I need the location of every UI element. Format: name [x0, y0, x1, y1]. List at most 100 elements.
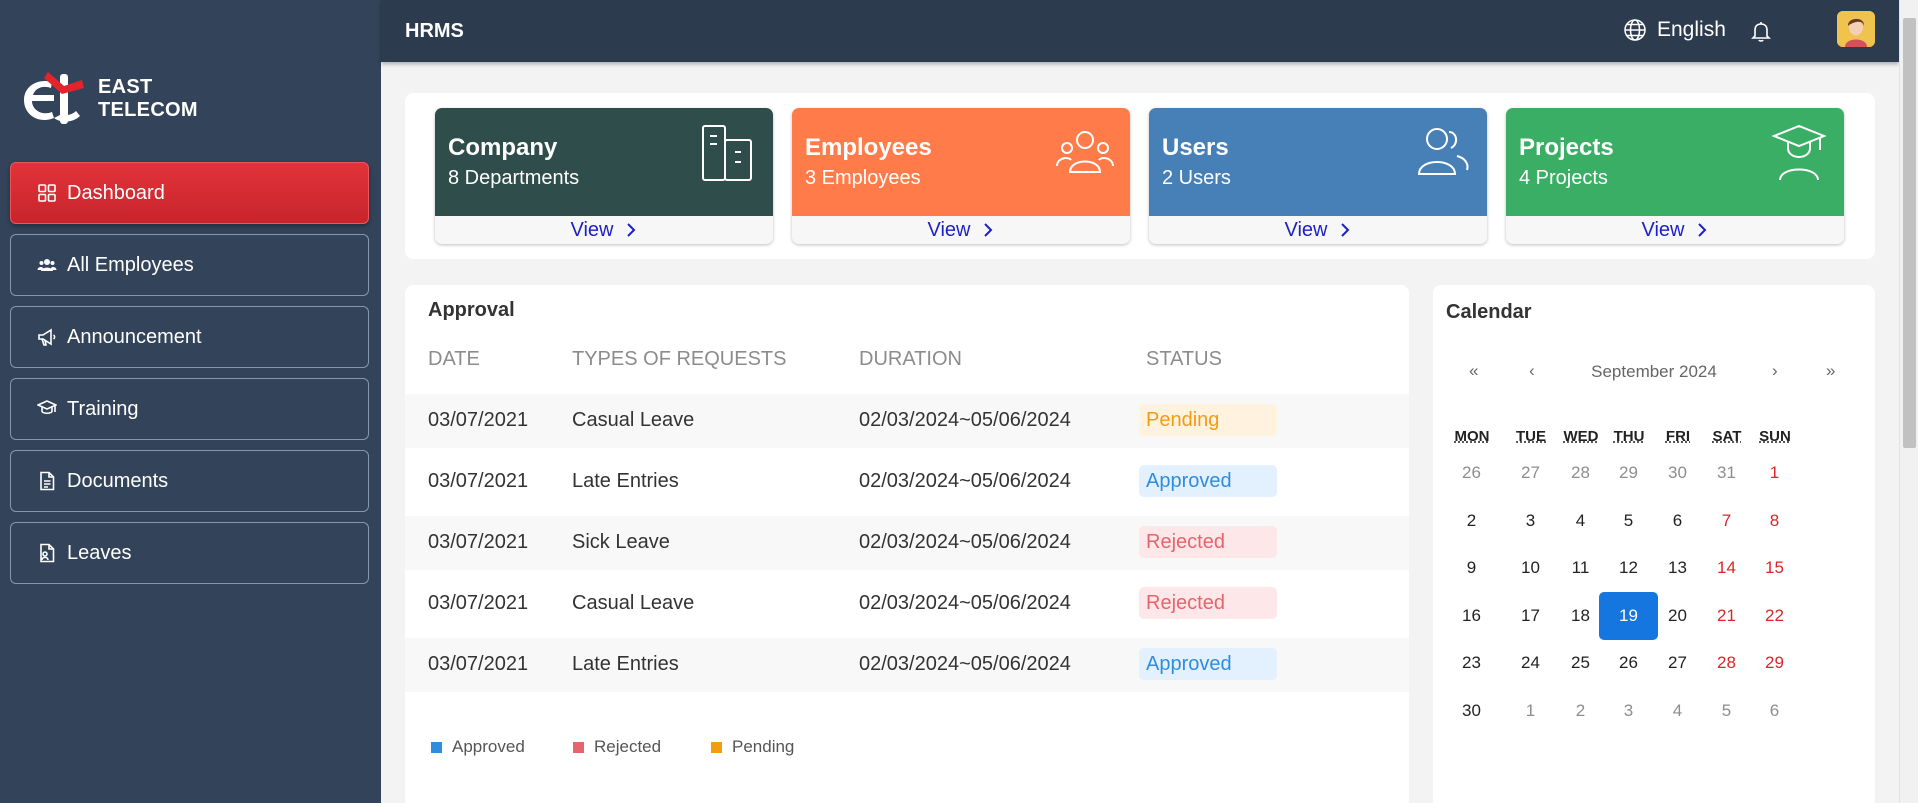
card-header: Employees 3 Employees — [792, 108, 1130, 216]
status-badge: Rejected — [1139, 587, 1277, 619]
sidebar-item-announcement[interactable]: Announcement — [10, 306, 369, 368]
table-row[interactable]: 03/07/2021 Casual Leave 02/03/2024~05/06… — [405, 394, 1409, 448]
next-year-button[interactable]: » — [1826, 361, 1835, 381]
weekday-wed: WED — [1563, 428, 1599, 445]
sidebar-item-label: Announcement — [67, 325, 202, 348]
user-icon — [1417, 128, 1469, 175]
cell-duration: 02/03/2024~05/06/2024 — [859, 531, 1071, 553]
sidebar-nav: Dashboard All Employees Announcement Tra… — [10, 162, 369, 594]
employees-card: Employees 3 Employees View — [792, 108, 1130, 244]
training-icon — [37, 400, 57, 415]
sidebar-item-all-employees[interactable]: All Employees — [10, 234, 369, 296]
brand-logo[interactable]: EAST TELECOM — [18, 68, 198, 130]
weekday-mon: MON — [1454, 428, 1490, 445]
table-row[interactable]: 03/07/2021 Casual Leave 02/03/2024~05/06… — [405, 577, 1409, 631]
status-badge: Approved — [1139, 465, 1277, 497]
company-card: Company 8 Departments View — [435, 108, 773, 244]
table-row[interactable]: 03/07/2021 Sick Leave 02/03/2024~05/06/2… — [405, 516, 1409, 570]
cell-date: 03/07/2021 — [428, 592, 529, 614]
users-card: Users 2 Users View — [1149, 108, 1487, 244]
cell-duration: 02/03/2024~05/06/2024 — [859, 470, 1071, 492]
cell-duration: 02/03/2024~05/06/2024 — [859, 653, 1071, 675]
card-subtitle: 4 Projects — [1519, 167, 1608, 189]
calendar-day[interactable]: 2 — [1442, 497, 1501, 545]
building-icon — [702, 125, 752, 181]
summary-cards-panel: Company 8 Departments View Employees 3 E… — [405, 93, 1875, 259]
calendar-day[interactable]: 9 — [1442, 544, 1501, 592]
cell-duration: 02/03/2024~05/06/2024 — [859, 592, 1071, 614]
sidebar-item-label: All Employees — [67, 253, 194, 276]
language-selector[interactable]: English — [1623, 18, 1726, 42]
projects-view-link[interactable]: View — [1506, 216, 1844, 244]
avatar[interactable] — [1837, 11, 1875, 47]
card-subtitle: 2 Users — [1162, 167, 1231, 189]
calendar-day[interactable]: 23 — [1442, 639, 1501, 687]
calendar-day[interactable]: 22 — [1745, 592, 1804, 640]
calendar-month-label[interactable]: September 2024 — [1433, 362, 1875, 382]
legend-label: Approved — [452, 737, 525, 756]
calendar-day[interactable]: 8 — [1745, 497, 1804, 545]
table-row[interactable]: 03/07/2021 Late Entries 02/03/2024~05/06… — [405, 638, 1409, 692]
page-scrollbar[interactable] — [1899, 0, 1918, 803]
bell-icon[interactable] — [1749, 19, 1773, 43]
top-header: HRMS English — [381, 0, 1899, 62]
column-header-duration: DURATION — [859, 348, 962, 370]
cell-type: Casual Leave — [572, 409, 695, 431]
next-month-button[interactable]: › — [1772, 361, 1778, 381]
sidebar-item-documents[interactable]: Documents — [10, 450, 369, 512]
cell-type: Late Entries — [572, 653, 679, 675]
calendar-day[interactable]: 29 — [1745, 639, 1804, 687]
weekday-sat: SAT — [1712, 428, 1742, 445]
prev-year-button[interactable]: « — [1469, 361, 1478, 381]
company-view-link[interactable]: View — [435, 216, 773, 244]
language-label: English — [1657, 18, 1726, 41]
sidebar-item-label: Leaves — [67, 541, 132, 564]
cell-date: 03/07/2021 — [428, 653, 529, 675]
view-label: View — [1641, 218, 1685, 241]
status-badge: Pending — [1139, 404, 1277, 436]
calendar-day[interactable]: 6 — [1745, 687, 1804, 735]
calendar-title: Calendar — [1446, 301, 1532, 323]
status-badge: Approved — [1139, 648, 1277, 680]
leave-icon — [40, 543, 55, 563]
users-view-link[interactable]: View — [1149, 216, 1487, 244]
app-title: HRMS — [405, 20, 464, 42]
sidebar-item-training[interactable]: Training — [10, 378, 369, 440]
calendar-day[interactable]: 26 — [1442, 449, 1501, 497]
east-telecom-logo-icon — [24, 72, 84, 124]
column-header-type: TYPES OF REQUESTS — [572, 348, 787, 370]
cell-duration: 02/03/2024~05/06/2024 — [859, 409, 1071, 431]
calendar-day[interactable]: 15 — [1745, 544, 1804, 592]
legend-swatch — [711, 741, 722, 753]
users-icon — [37, 259, 57, 271]
cell-date: 03/07/2021 — [428, 531, 529, 553]
table-row[interactable]: 03/07/2021 Late Entries 02/03/2024~05/06… — [405, 455, 1409, 509]
calendar-day[interactable]: 16 — [1442, 592, 1501, 640]
grid-icon — [38, 184, 56, 202]
weekday-thu: THU — [1613, 428, 1645, 445]
calendar-day[interactable]: 1 — [1745, 449, 1804, 497]
sidebar-item-label: Dashboard — [67, 181, 165, 204]
chevron-right-icon — [1340, 223, 1349, 237]
chevron-right-icon — [1697, 223, 1706, 237]
card-title: Employees — [805, 134, 932, 161]
scrollbar-thumb[interactable] — [1903, 18, 1916, 448]
weekday-tue: TUE — [1516, 428, 1546, 445]
weekday-fri: FRI — [1665, 428, 1691, 445]
card-subtitle: 3 Employees — [805, 167, 921, 189]
cell-type: Sick Leave — [572, 531, 670, 553]
status-badge: Rejected — [1139, 526, 1277, 558]
cell-date: 03/07/2021 — [428, 470, 529, 492]
card-header: Company 8 Departments — [435, 108, 773, 216]
card-title: Company — [448, 134, 558, 161]
globe-icon — [1624, 19, 1646, 41]
sidebar: EAST TELECOM Dashboard All Employees Ann… — [0, 0, 381, 803]
sidebar-item-dashboard[interactable]: Dashboard — [10, 162, 369, 224]
calendar-day[interactable]: 30 — [1442, 687, 1501, 735]
prev-month-button[interactable]: ‹ — [1529, 361, 1535, 381]
sidebar-item-leaves[interactable]: Leaves — [10, 522, 369, 584]
employees-view-link[interactable]: View — [792, 216, 1130, 244]
legend-swatch — [573, 741, 584, 753]
view-label: View — [927, 218, 971, 241]
megaphone-icon — [38, 328, 56, 346]
